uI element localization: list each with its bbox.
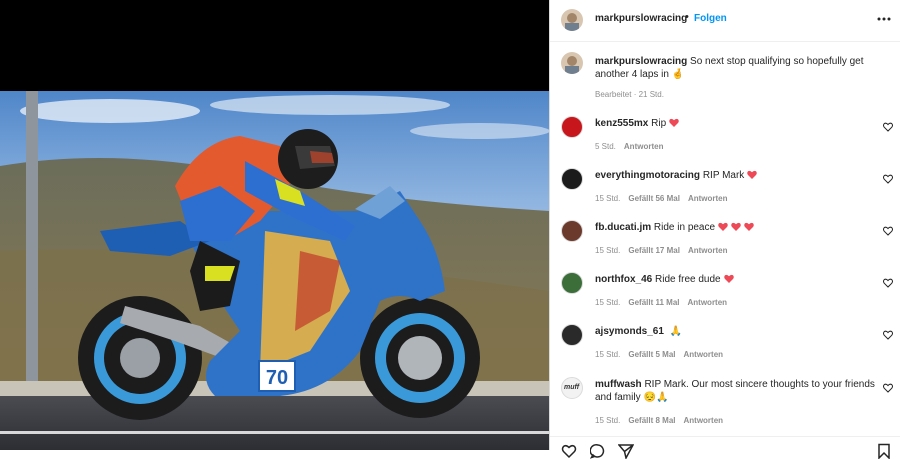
comment-body: RIP Mark (702, 170, 745, 181)
comment-username[interactable]: fb.ducati.jm (595, 222, 651, 233)
reply-button[interactable]: Antworten (688, 194, 728, 203)
comment-body: Rip (651, 118, 667, 129)
comment-time[interactable]: 15 Std. (595, 416, 620, 425)
comment-time[interactable]: 15 Std. (595, 246, 620, 255)
red-heart-icon (741, 222, 754, 233)
comment-likes[interactable]: Gefällt 56 Mal (628, 194, 680, 203)
comment-icon[interactable] (590, 443, 606, 459)
avatar-logo-text: muff (564, 384, 580, 391)
caption-username[interactable]: markpurslowracing (595, 56, 687, 67)
comment-meta: 15 Std. Gefällt 11 Mal Antworten (595, 298, 727, 307)
reply-button[interactable]: Antworten (688, 298, 728, 307)
comment-body: Ride in peace (653, 222, 716, 233)
comment-time[interactable]: 5 Std. (595, 142, 616, 151)
comment-body: Ride free dude (655, 274, 721, 285)
comment-text: northfox_46 Ride free dude (595, 273, 875, 286)
red-heart-icon (744, 170, 758, 181)
comment-likes[interactable]: Gefällt 5 Mal (628, 350, 675, 359)
comment-time[interactable]: 15 Std. (595, 194, 620, 203)
share-icon[interactable] (618, 443, 634, 459)
more-icon[interactable] (876, 9, 892, 25)
comment-avatar[interactable] (561, 116, 583, 138)
red-heart-icon (666, 118, 679, 129)
author-avatar[interactable] (561, 9, 583, 31)
reply-button[interactable]: Antworten (624, 142, 664, 151)
comment-meta: 15 Std. Gefällt 8 Mal Antworten (595, 416, 723, 425)
reply-button[interactable]: Antworten (688, 246, 728, 255)
comment-likes[interactable]: Gefällt 17 Mal (628, 246, 680, 255)
red-heart-icon (715, 222, 728, 233)
comment-meta: 5 Std. Antworten (595, 142, 663, 151)
reply-button[interactable]: Antworten (683, 416, 723, 425)
heart-icon[interactable] (561, 443, 577, 459)
comment-avatar[interactable] (561, 220, 583, 242)
comment-text: ajsymonds_61 🙏 (595, 325, 875, 338)
comment-avatar[interactable] (561, 272, 583, 294)
comment-like-icon[interactable] (883, 122, 893, 132)
post-sidebar: markpurslowracing • Folgen markpurslowra… (550, 0, 900, 459)
comment-text: everythingmotoracing RIP Mark (595, 169, 875, 182)
post-header: markpurslowracing • Folgen (550, 0, 900, 42)
comment-like-icon[interactable] (883, 226, 893, 236)
comment-like-icon[interactable] (883, 278, 893, 288)
comment-meta: 15 Std. Gefällt 5 Mal Antworten (595, 350, 723, 359)
caption-meta: Bearbeitet · 21 Std. (595, 90, 664, 99)
motorcycle-photo: 70 (0, 91, 549, 450)
comment-avatar[interactable]: muff (561, 377, 583, 399)
comment-time[interactable]: 15 Std. (595, 350, 620, 359)
bookmark-icon[interactable] (876, 443, 892, 459)
comment-likes[interactable]: Gefällt 11 Mal (628, 298, 679, 307)
comment-username[interactable]: muffwash (595, 379, 642, 390)
comment-text: kenz555mx Rip (595, 117, 875, 130)
post-media[interactable]: 70 (0, 0, 549, 450)
fingers-crossed-icon: 🤞 (671, 69, 685, 80)
comment-username[interactable]: everythingmotoracing (595, 170, 700, 181)
bike-number: 70 (266, 367, 288, 389)
comment-text: muffwash RIP Mark. Our most sincere thou… (595, 378, 875, 404)
comment-meta: 15 Std. Gefällt 17 Mal Antworten (595, 246, 728, 255)
comment-meta: 15 Std. Gefällt 56 Mal Antworten (595, 194, 728, 203)
comment-avatar[interactable] (561, 168, 583, 190)
instagram-post-modal: 70 markpurslowracing • Folgen markpurslo… (0, 0, 900, 459)
comment-emoji: 😔🙏 (643, 392, 669, 403)
author-username[interactable]: markpurslowracing (595, 13, 687, 24)
comment-avatar[interactable] (561, 324, 583, 346)
comment-like-icon[interactable] (883, 383, 893, 393)
comment-username[interactable]: ajsymonds_61 (595, 326, 664, 337)
comment-like-icon[interactable] (883, 330, 893, 340)
comment-time[interactable]: 15 Std. (595, 298, 620, 307)
follow-button[interactable]: Folgen (694, 13, 727, 24)
post-caption: markpurslowracing So next stop qualifyin… (595, 55, 880, 81)
caption-avatar[interactable] (561, 52, 583, 74)
comment-emoji: 🙏 (669, 326, 683, 337)
comment-username[interactable]: kenz555mx (595, 118, 648, 129)
comment-username[interactable]: northfox_46 (595, 274, 652, 285)
comment-like-icon[interactable] (883, 174, 893, 184)
comment-text: fb.ducati.jm Ride in peace (595, 221, 875, 234)
header-separator: • (685, 11, 689, 23)
reply-button[interactable]: Antworten (683, 350, 723, 359)
red-heart-icon (721, 274, 734, 285)
comment-likes[interactable]: Gefällt 8 Mal (628, 416, 675, 425)
red-heart-icon (728, 222, 741, 233)
